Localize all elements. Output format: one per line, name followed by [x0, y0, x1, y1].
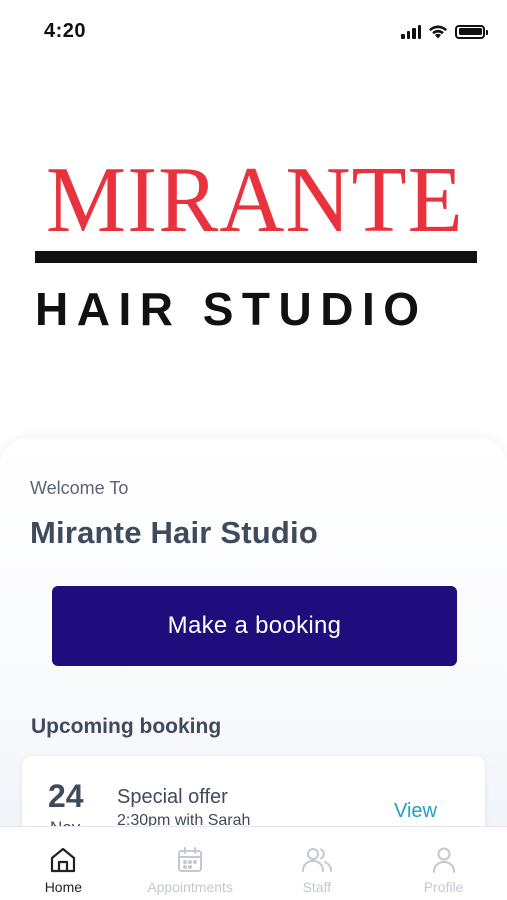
upcoming-booking-title: Upcoming booking [31, 715, 222, 738]
users-icon [300, 843, 334, 877]
battery-icon [455, 24, 488, 39]
status-time: 4:20 [44, 20, 87, 42]
tab-appointments[interactable]: Appointments [127, 827, 254, 900]
calendar-icon [173, 843, 207, 877]
welcome-label: Welcome To [30, 478, 129, 498]
tab-profile[interactable]: Profile [380, 827, 507, 900]
view-booking-link[interactable]: View [394, 800, 437, 823]
booking-day: 24 [48, 778, 84, 814]
wifi-icon [429, 25, 447, 39]
bottom-tab-bar: Home Appointments Staff Profile [0, 826, 507, 900]
tab-home[interactable]: Home [0, 827, 127, 900]
tab-profile-label: Profile [423, 879, 464, 895]
tab-appointments-label: Appointments [147, 879, 233, 895]
status-bar: 4:20 [0, 0, 507, 60]
welcome-card: Welcome To Mirante Hair Studio Make a bo… [0, 438, 507, 856]
logo-subtitle: HAIR STUDIO [35, 283, 428, 335]
home-icon [46, 843, 80, 877]
studio-name: Mirante Hair Studio [30, 515, 318, 550]
signal-icon [401, 24, 421, 39]
tab-staff-label: Staff [302, 879, 332, 895]
tab-staff[interactable]: Staff [254, 827, 381, 900]
logo-title: MIRANTE [45, 148, 464, 252]
brand-logo: MIRANTE HAIR STUDIO [33, 148, 477, 340]
booking-title: Special offer [117, 786, 228, 808]
status-icons [401, 24, 488, 39]
logo-divider [35, 251, 477, 263]
make-booking-button[interactable]: Make a booking [52, 586, 457, 666]
user-icon [427, 843, 461, 877]
tab-home-label: Home [44, 879, 83, 895]
